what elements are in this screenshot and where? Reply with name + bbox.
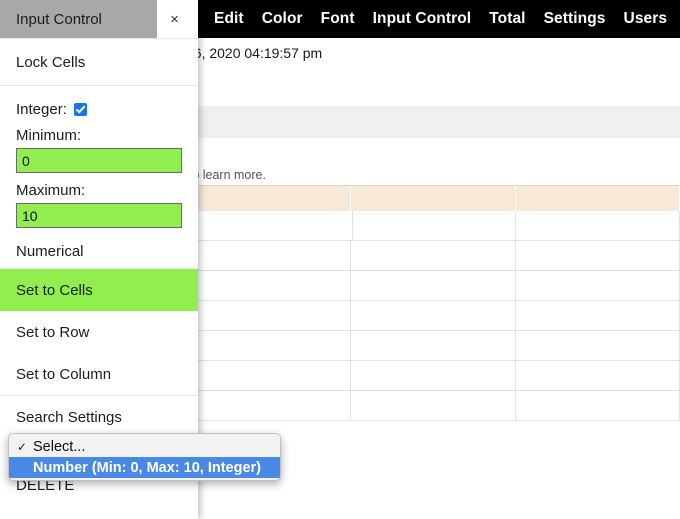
divider (0, 85, 198, 86)
numerical-label: Numerical (16, 242, 84, 260)
menu-item-total[interactable]: Total (489, 10, 525, 28)
panel-title-tab[interactable]: Input Control (0, 0, 157, 38)
menu-item-numerical[interactable]: Numerical (0, 234, 198, 268)
integer-checkbox[interactable] (73, 102, 87, 116)
menu-item-set-to-column[interactable]: Set to Column (0, 353, 198, 395)
cell[interactable] (352, 211, 517, 241)
cell[interactable] (516, 211, 680, 241)
column-header-2[interactable] (186, 186, 351, 211)
dropdown-option-label: Number (Min: 0, Max: 10, Integer) (33, 459, 262, 476)
cell[interactable] (515, 361, 680, 391)
menu-item-lock-cells[interactable]: Lock Cells (0, 39, 198, 85)
close-icon[interactable]: × (157, 0, 198, 38)
menu-item-edit[interactable]: Edit (214, 10, 244, 28)
menu-item-search-settings[interactable]: Search Settings (0, 396, 198, 438)
set-to-cells-label: Set to Cells (16, 281, 93, 299)
input-control-select-dropdown[interactable]: ✓ Select... Number (Min: 0, Max: 10, Int… (8, 433, 281, 481)
cell[interactable] (515, 301, 680, 331)
cell[interactable] (351, 391, 516, 421)
cell[interactable] (188, 211, 353, 241)
dropdown-option-label: Select... (33, 438, 86, 455)
menu-item-font[interactable]: Font (321, 10, 355, 28)
cell[interactable] (515, 331, 680, 361)
cell[interactable] (351, 241, 516, 271)
cell[interactable] (515, 391, 680, 421)
menu-item-color[interactable]: Color (262, 10, 303, 28)
menu-item-input-control[interactable]: Input Control (373, 10, 472, 28)
menu-item-set-to-row[interactable]: Set to Row (0, 311, 198, 353)
menu-item-set-to-cells[interactable]: Set to Cells (0, 269, 198, 311)
cell[interactable] (186, 361, 351, 391)
cell[interactable] (515, 271, 680, 301)
set-to-row-label: Set to Row (16, 323, 90, 341)
panel-titlebar: Input Control × (0, 0, 198, 38)
column-header-4[interactable] (515, 186, 680, 211)
integer-checkbox-row[interactable]: Integer: (0, 94, 198, 124)
cell[interactable] (351, 271, 516, 301)
cell[interactable] (351, 301, 516, 331)
cell[interactable] (186, 331, 351, 361)
cell[interactable] (351, 361, 516, 391)
search-settings-label: Search Settings (16, 408, 122, 426)
cell[interactable] (186, 241, 351, 271)
set-to-column-label: Set to Column (16, 365, 112, 383)
cell[interactable] (186, 271, 351, 301)
cell[interactable] (351, 331, 516, 361)
menu-item-settings[interactable]: Settings (544, 10, 606, 28)
minimum-input[interactable] (16, 148, 182, 173)
cell[interactable] (186, 391, 351, 421)
dropdown-option-select[interactable]: ✓ Select... (9, 436, 280, 457)
document-timestamp: 16, 2020 04:19:57 pm (186, 45, 323, 61)
panel-title-label: Input Control (16, 10, 102, 28)
dropdown-option-number[interactable]: Number (Min: 0, Max: 10, Integer) (9, 457, 280, 478)
lock-cells-label: Lock Cells (16, 53, 86, 71)
check-icon: ✓ (17, 439, 28, 454)
maximum-input[interactable] (16, 203, 182, 228)
cell[interactable] (515, 241, 680, 271)
cell[interactable] (186, 301, 351, 331)
menu-item-users[interactable]: Users (624, 10, 668, 28)
column-header-3[interactable] (351, 186, 516, 211)
maximum-label: Maximum: (16, 181, 86, 199)
minimum-label: Minimum: (16, 126, 82, 144)
integer-label: Integer: (16, 100, 67, 118)
